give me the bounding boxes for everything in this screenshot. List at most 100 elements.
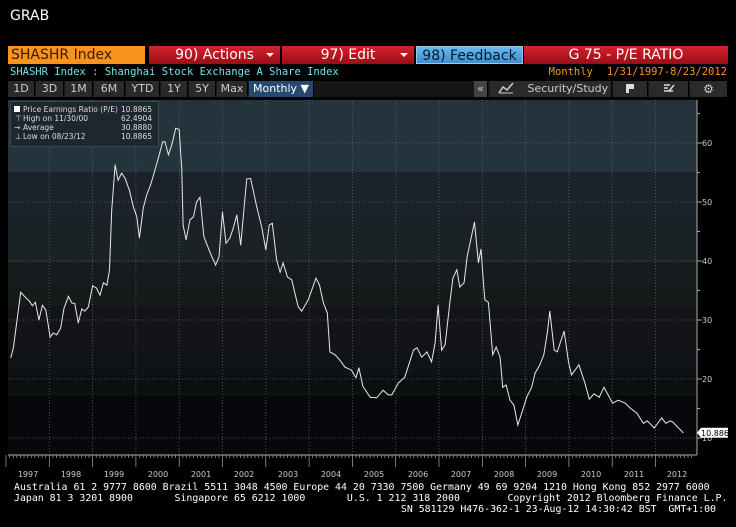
data-point [215,264,216,266]
data-point [665,422,667,424]
security-study-button[interactable]: Security/Study [490,81,612,97]
data-point [517,424,519,426]
data-point [578,364,580,366]
data-point [459,286,461,288]
data-point [307,299,309,301]
legend-average-value: 30.8880 [120,123,152,132]
data-point [568,361,569,363]
x-tick-label: 2002 [233,470,255,479]
data-point [463,282,465,284]
ticker-field[interactable]: SHASHR Index [8,46,145,64]
data-point [67,296,69,297]
data-point [492,354,494,356]
x-tick-label: 1997 [17,470,39,479]
data-point [74,303,76,304]
data-point [294,292,296,294]
last-value-tag: 10.8865 [697,427,734,438]
flag-icon [626,84,634,93]
settings-button[interactable]: ⚙ [690,81,728,97]
data-point [449,302,451,304]
data-point [81,308,83,310]
data-point [474,221,475,223]
data-point [279,271,281,273]
data-point [52,332,54,334]
data-point [509,399,511,401]
range-button-3d[interactable]: 3D [36,81,64,97]
security-study-label: Security/Study [527,82,609,95]
line-chart-icon [498,82,514,94]
data-point [87,306,89,308]
chart-legend: Price Earnings Ratio (P/E) 10.8865 ⊤ High … [10,101,159,147]
x-tick-label: 2009 [536,470,558,479]
legend-high-value: 62.4904 [120,114,152,123]
y-tick-label: 50 [702,198,712,207]
data-point [218,256,220,258]
data-point [441,349,442,351]
data-point [229,237,231,239]
x-tick-label: 1999 [103,470,125,479]
date-range-label: 1/31/1997-8/23/2012 [606,66,727,78]
function-title: G 75 - P/E RATIO [524,46,728,64]
data-point [617,399,619,401]
legend-series[interactable]: Price Earnings Ratio (P/E) 10.8865 [14,105,152,114]
data-point [456,269,458,271]
x-tick-label: 2000 [147,470,169,479]
data-point [171,144,173,146]
range-button-1m[interactable]: 1M [65,81,93,97]
dropdown-arrow-icon [266,53,274,57]
collapse-button[interactable]: « [474,81,488,97]
data-point [136,216,138,218]
range-button-1y[interactable]: 1Y [161,81,188,97]
range-button-max[interactable]: Max [217,81,248,97]
data-point [146,194,148,196]
y-axis: 102030405060 [696,100,712,455]
flag-button[interactable] [613,81,648,97]
edit-icon [663,84,675,92]
annotate-button[interactable] [649,81,689,97]
data-point [466,256,468,258]
data-point [593,393,595,395]
data-point [315,277,317,279]
actions-label: 90) Actions [175,47,254,63]
data-point [416,347,418,349]
range-button-ytd[interactable]: YTD [126,81,160,97]
data-point [531,386,533,388]
pe-ratio-chart: 102030405060 10.8865 [5,100,734,467]
actions-button[interactable]: 90) Actions [149,46,280,64]
data-point [376,397,378,399]
legend-low-value: 10.8865 [120,132,152,141]
data-point [96,287,97,289]
y-tick-label: 60 [702,139,712,148]
x-tick-label: 2003 [277,470,299,479]
range-button-1d[interactable]: 1D [8,81,35,97]
data-point [232,227,234,229]
data-point [203,236,205,238]
dropdown-arrow-icon [400,53,408,57]
periodicity-select[interactable]: Monthly ▼ [249,81,314,97]
data-point [452,277,454,279]
range-button-6m[interactable]: 6M [94,81,125,97]
data-point [397,382,399,384]
legend-average-label: Average [23,123,54,132]
date-range-info: Monthly 1/31/1997-8/23/2012 [535,66,727,78]
feedback-button[interactable]: 98) Feedback [416,46,523,64]
data-point [250,178,252,179]
data-point [45,309,47,311]
high-marker-icon: ⊤ [15,114,22,123]
x-tick-label: 2004 [320,470,342,479]
data-point [521,412,523,414]
data-point [629,407,631,409]
data-point [391,394,393,396]
data-point [334,354,336,356]
data-point [132,206,134,208]
x-tick-label: 2010 [580,470,602,479]
edit-button[interactable]: 97) Edit [282,46,414,64]
x-tick-label: 2008 [493,470,515,479]
data-point [434,342,436,344]
low-marker-icon: ⊥ [15,132,22,141]
range-button-5y[interactable]: 5Y [189,81,216,97]
data-point [63,307,65,309]
data-point [236,214,238,216]
data-point [10,357,12,359]
data-point [329,351,331,353]
